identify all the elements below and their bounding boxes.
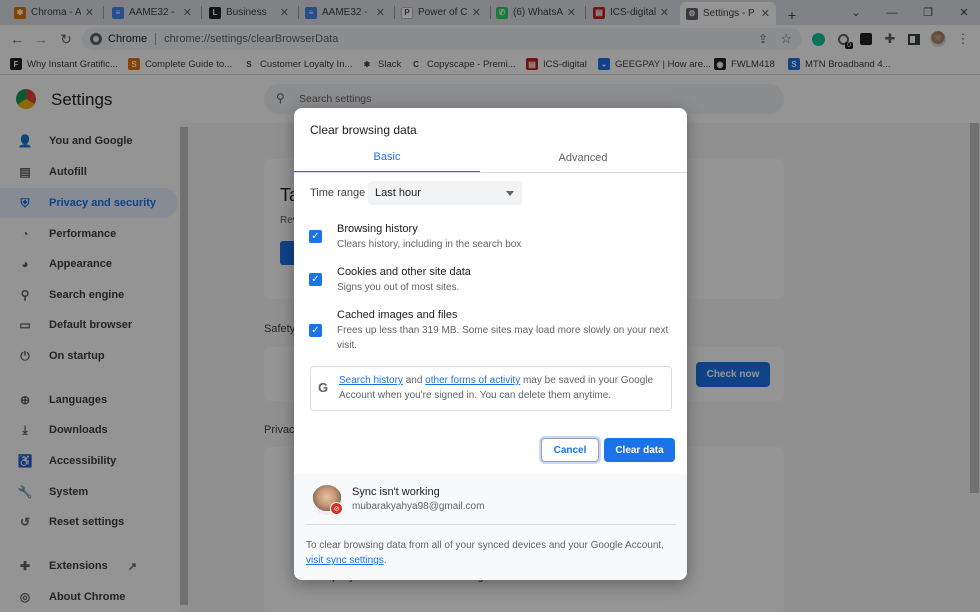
google-g-icon: G [318, 380, 329, 395]
time-range-value: Last hour [375, 187, 421, 199]
footer-divider [306, 524, 676, 525]
dialog-title: Clear browsing data [310, 123, 417, 137]
tab-advanced[interactable]: Advanced [490, 143, 676, 173]
cached-files-desc: Frees up less than 319 MB. Some sites ma… [337, 325, 669, 351]
time-range-label: Time range [310, 187, 366, 199]
sync-footer-text: To clear browsing data from all of your … [306, 538, 678, 568]
cached-files-title: Cached images and files [337, 309, 458, 321]
browsing-history-desc: Clears history, including in the search … [337, 239, 522, 250]
google-account-note: G Search history and other forms of acti… [310, 366, 672, 411]
visit-sync-settings-link[interactable]: visit sync settings [306, 555, 384, 566]
cookies-title: Cookies and other site data [337, 266, 471, 278]
time-range-select[interactable]: Last hour [368, 181, 522, 205]
tabs-divider [294, 172, 687, 173]
search-history-link[interactable]: Search history [339, 375, 403, 386]
sync-error-icon: ⊘ [330, 502, 343, 515]
footer-end: . [383, 555, 387, 566]
google-note-text: Search history and other forms of activi… [339, 373, 669, 403]
sync-footer: ⊘ Sync isn't working mubarakyahya98@gmai… [294, 474, 687, 580]
other-activity-link[interactable]: other forms of activity [425, 375, 520, 386]
clear-data-button[interactable]: Clear data [604, 438, 675, 462]
browsing-history-checkbox[interactable]: ✓ [309, 230, 322, 243]
clear-browsing-data-dialog: Clear browsing data Basic Advanced Time … [294, 108, 687, 580]
sync-status: Sync isn't working [352, 486, 440, 498]
cached-files-checkbox[interactable]: ✓ [309, 324, 322, 337]
account-email: mubarakyahya98@gmail.com [352, 501, 485, 512]
note-and: and [402, 375, 426, 386]
cancel-button[interactable]: Cancel [541, 438, 599, 462]
tab-basic[interactable]: Basic [294, 143, 480, 173]
cookies-checkbox[interactable]: ✓ [309, 273, 322, 286]
browsing-history-title: Browsing history [337, 223, 418, 235]
footer-text: To clear browsing data from all of your … [306, 540, 664, 551]
chevron-down-icon [506, 191, 514, 196]
cookies-desc: Signs you out of most sites. [337, 282, 460, 293]
